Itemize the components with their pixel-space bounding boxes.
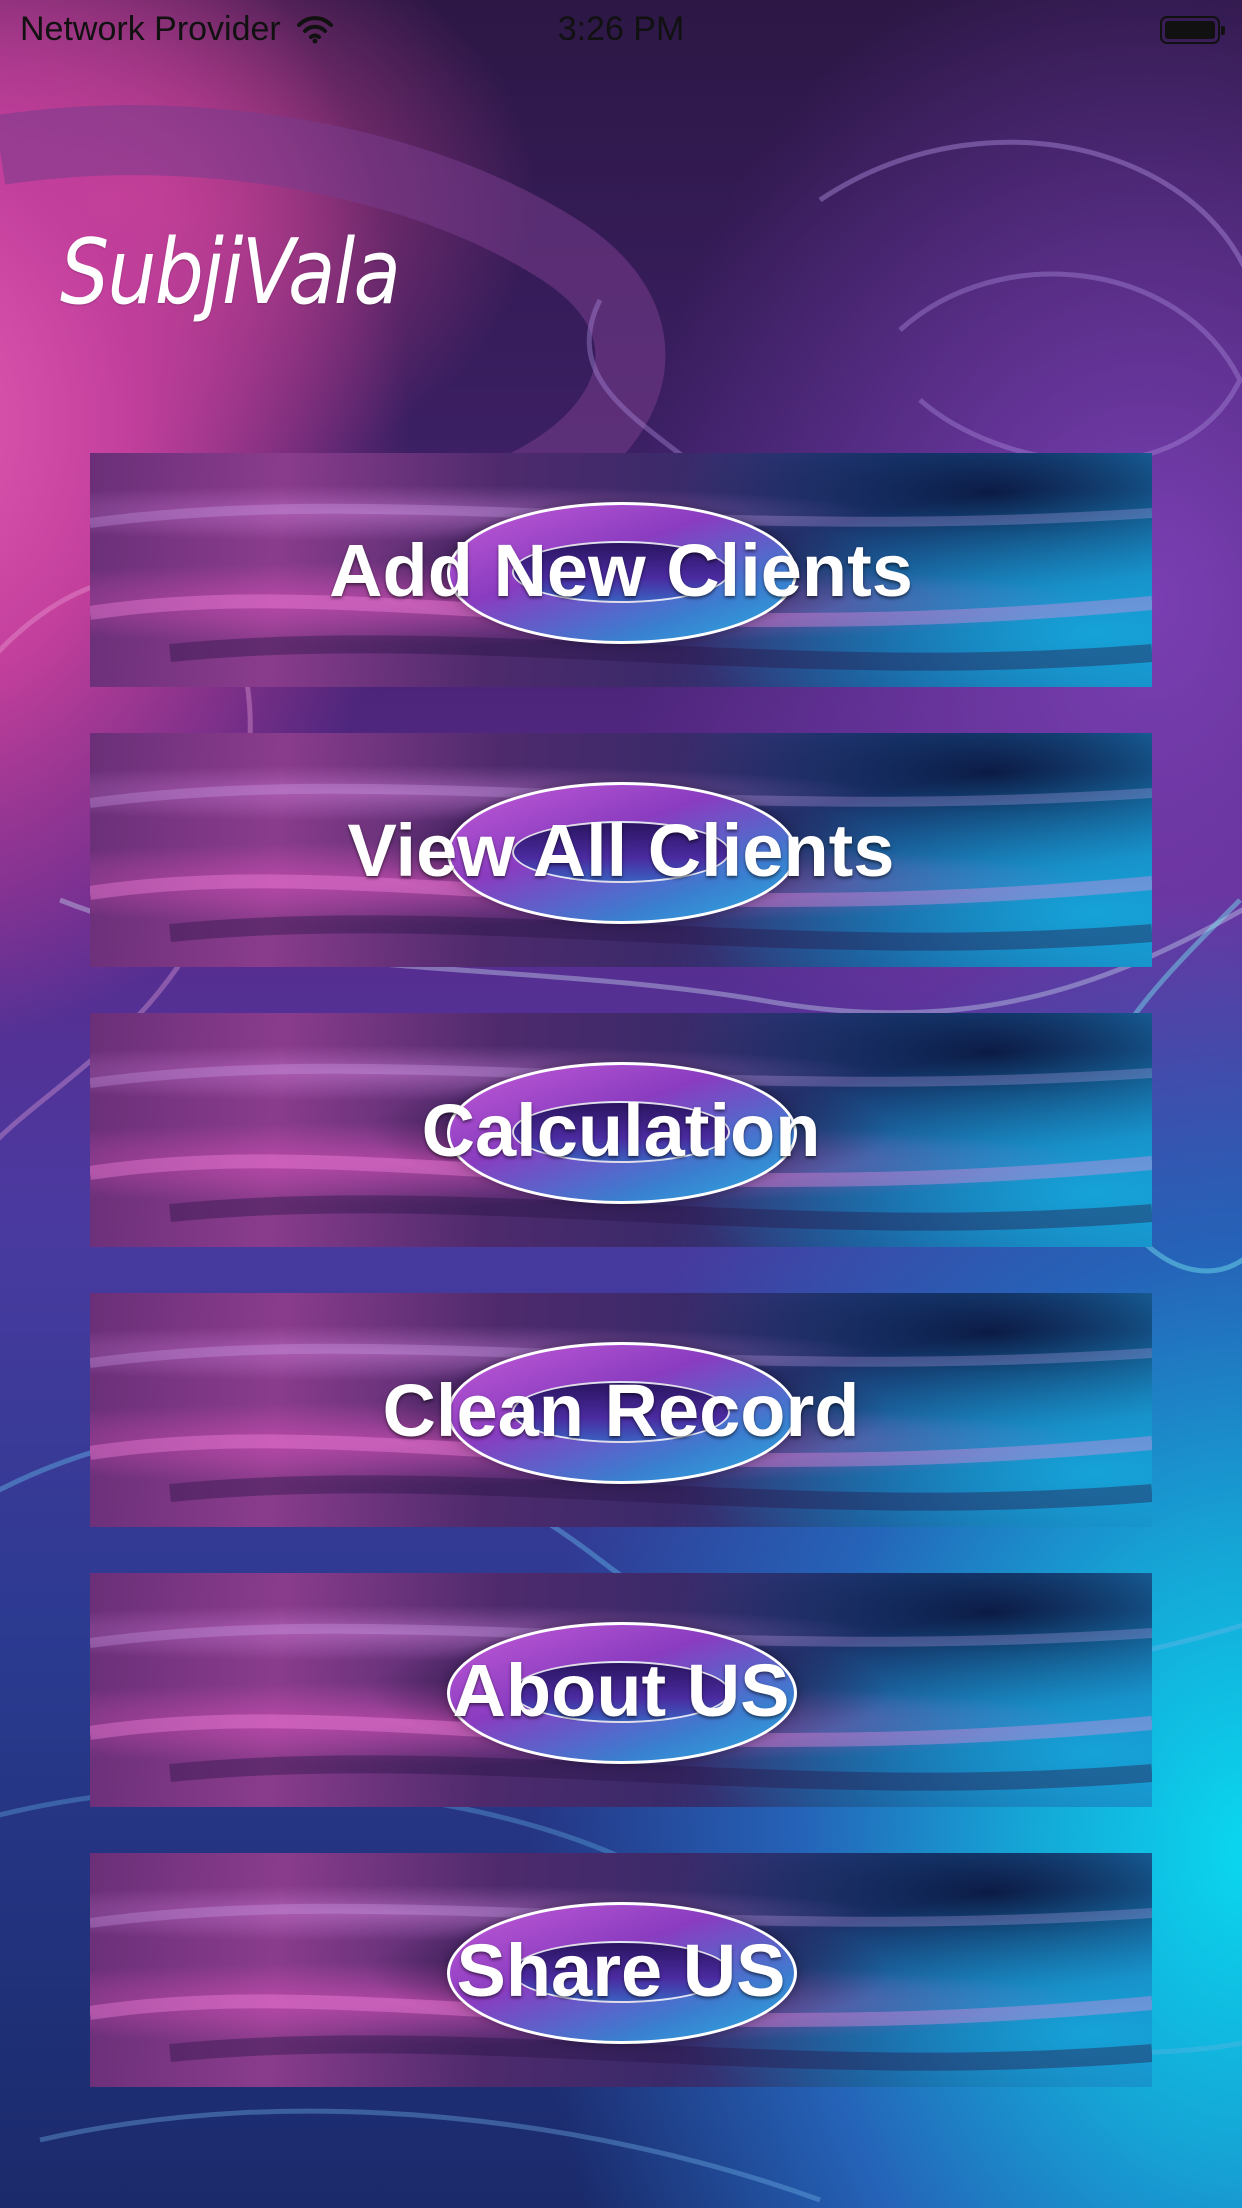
button-label: Calculation bbox=[421, 1088, 821, 1172]
button-label: View All Clients bbox=[347, 808, 895, 892]
about-us-button[interactable]: About US bbox=[90, 1573, 1152, 1807]
add-new-clients-button[interactable]: Add New Clients bbox=[90, 453, 1152, 687]
button-label: Clean Record bbox=[382, 1368, 860, 1452]
share-us-button[interactable]: Share US bbox=[90, 1853, 1152, 2087]
status-bar: Network Provider 3:26 PM bbox=[0, 0, 1242, 62]
battery-icon bbox=[1160, 16, 1225, 44]
button-label: Add New Clients bbox=[329, 528, 913, 612]
clean-record-button[interactable]: Clean Record bbox=[90, 1293, 1152, 1527]
status-time: 3:26 PM bbox=[557, 10, 685, 48]
app-title: SubjiVala bbox=[60, 220, 401, 325]
main-menu: Add New Clients View All Clients Calcula… bbox=[90, 453, 1152, 2133]
view-all-clients-button[interactable]: View All Clients bbox=[90, 733, 1152, 967]
button-label: Share US bbox=[456, 1928, 786, 2012]
button-label: About US bbox=[452, 1648, 790, 1732]
battery-level bbox=[1165, 21, 1215, 39]
calculation-button[interactable]: Calculation bbox=[90, 1013, 1152, 1247]
